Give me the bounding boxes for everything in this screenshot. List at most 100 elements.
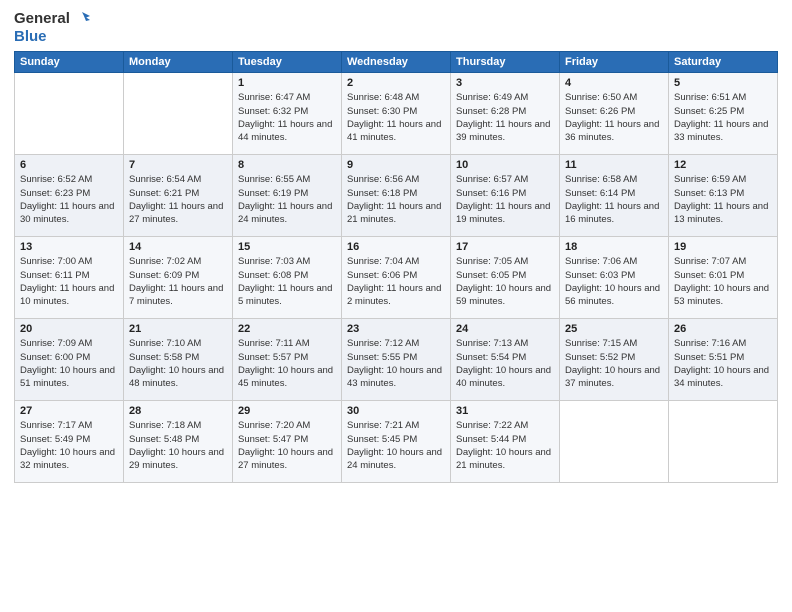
- calendar-cell: [124, 73, 233, 155]
- calendar-cell: 10 Sunrise: 6:57 AM Sunset: 6:16 PM Dayli…: [451, 155, 560, 237]
- day-info: Sunrise: 7:00 AM Sunset: 6:11 PM Dayligh…: [20, 255, 118, 308]
- day-info: Sunrise: 6:47 AM Sunset: 6:32 PM Dayligh…: [238, 91, 336, 144]
- header-row: SundayMondayTuesdayWednesdayThursdayFrid…: [15, 52, 778, 73]
- weekday-header: Monday: [124, 52, 233, 73]
- page-container: General Blue SundayMondayTuesdayWednesda…: [0, 0, 792, 489]
- day-info: Sunrise: 7:07 AM Sunset: 6:01 PM Dayligh…: [674, 255, 772, 308]
- day-info: Sunrise: 7:16 AM Sunset: 5:51 PM Dayligh…: [674, 337, 772, 390]
- day-number: 27: [20, 405, 118, 417]
- day-info: Sunrise: 7:15 AM Sunset: 5:52 PM Dayligh…: [565, 337, 663, 390]
- day-number: 2: [347, 77, 445, 89]
- day-number: 17: [456, 241, 554, 253]
- day-info: Sunrise: 7:17 AM Sunset: 5:49 PM Dayligh…: [20, 419, 118, 472]
- day-info: Sunrise: 6:49 AM Sunset: 6:28 PM Dayligh…: [456, 91, 554, 144]
- day-number: 9: [347, 159, 445, 171]
- day-info: Sunrise: 6:56 AM Sunset: 6:18 PM Dayligh…: [347, 173, 445, 226]
- calendar-cell: 24 Sunrise: 7:13 AM Sunset: 5:54 PM Dayli…: [451, 319, 560, 401]
- calendar-cell: 29Sunrise: 7:20 AM Sunset: 5:47 PM Dayli…: [233, 401, 342, 483]
- day-number: 30: [347, 405, 445, 417]
- day-number: 19: [674, 241, 772, 253]
- day-info: Sunrise: 7:22 AM Sunset: 5:44 PM Dayligh…: [456, 419, 554, 472]
- day-number: 4: [565, 77, 663, 89]
- day-number: 26: [674, 323, 772, 335]
- calendar-week-row: 13Sunrise: 7:00 AM Sunset: 6:11 PM Dayli…: [15, 237, 778, 319]
- day-info: Sunrise: 6:58 AM Sunset: 6:14 PM Dayligh…: [565, 173, 663, 226]
- day-info: Sunrise: 7:02 AM Sunset: 6:09 PM Dayligh…: [129, 255, 227, 308]
- calendar-cell: 15Sunrise: 7:03 AM Sunset: 6:08 PM Dayli…: [233, 237, 342, 319]
- calendar-cell: [15, 73, 124, 155]
- weekday-header: Thursday: [451, 52, 560, 73]
- calendar-cell: 3 Sunrise: 6:49 AM Sunset: 6:28 PM Daylig…: [451, 73, 560, 155]
- day-info: Sunrise: 7:12 AM Sunset: 5:55 PM Dayligh…: [347, 337, 445, 390]
- calendar-cell: 13Sunrise: 7:00 AM Sunset: 6:11 PM Dayli…: [15, 237, 124, 319]
- calendar-cell: 8 Sunrise: 6:55 AM Sunset: 6:19 PM Daylig…: [233, 155, 342, 237]
- day-number: 8: [238, 159, 336, 171]
- calendar-cell: 5 Sunrise: 6:51 AM Sunset: 6:25 PM Daylig…: [669, 73, 778, 155]
- day-number: 5: [674, 77, 772, 89]
- day-number: 3: [456, 77, 554, 89]
- day-info: Sunrise: 7:13 AM Sunset: 5:54 PM Dayligh…: [456, 337, 554, 390]
- day-info: Sunrise: 6:59 AM Sunset: 6:13 PM Dayligh…: [674, 173, 772, 226]
- calendar-cell: 17 Sunrise: 7:05 AM Sunset: 6:05 PM Dayli…: [451, 237, 560, 319]
- day-info: Sunrise: 6:51 AM Sunset: 6:25 PM Dayligh…: [674, 91, 772, 144]
- calendar-cell: 11 Sunrise: 6:58 AM Sunset: 6:14 PM Dayli…: [560, 155, 669, 237]
- calendar-cell: 20 Sunrise: 7:09 AM Sunset: 6:00 PM Dayli…: [15, 319, 124, 401]
- weekday-header: Tuesday: [233, 52, 342, 73]
- day-info: Sunrise: 6:50 AM Sunset: 6:26 PM Dayligh…: [565, 91, 663, 144]
- day-number: 12: [674, 159, 772, 171]
- day-number: 22: [238, 323, 336, 335]
- calendar-week-row: 27 Sunrise: 7:17 AM Sunset: 5:49 PM Dayli…: [15, 401, 778, 483]
- day-info: Sunrise: 6:57 AM Sunset: 6:16 PM Dayligh…: [456, 173, 554, 226]
- calendar-cell: 14Sunrise: 7:02 AM Sunset: 6:09 PM Dayli…: [124, 237, 233, 319]
- day-info: Sunrise: 7:04 AM Sunset: 6:06 PM Dayligh…: [347, 255, 445, 308]
- calendar-cell: 7Sunrise: 6:54 AM Sunset: 6:21 PM Daylig…: [124, 155, 233, 237]
- day-number: 7: [129, 159, 227, 171]
- calendar-cell: 2 Sunrise: 6:48 AM Sunset: 6:30 PM Daylig…: [342, 73, 451, 155]
- calendar-cell: 25 Sunrise: 7:15 AM Sunset: 5:52 PM Dayli…: [560, 319, 669, 401]
- calendar-table: SundayMondayTuesdayWednesdayThursdayFrid…: [14, 51, 778, 483]
- calendar-cell: 18Sunrise: 7:06 AM Sunset: 6:03 PM Dayli…: [560, 237, 669, 319]
- day-info: Sunrise: 7:18 AM Sunset: 5:48 PM Dayligh…: [129, 419, 227, 472]
- calendar-cell: 16Sunrise: 7:04 AM Sunset: 6:06 PM Dayli…: [342, 237, 451, 319]
- header: General Blue: [14, 10, 778, 45]
- calendar-cell: 26 Sunrise: 7:16 AM Sunset: 5:51 PM Dayli…: [669, 319, 778, 401]
- day-number: 11: [565, 159, 663, 171]
- day-info: Sunrise: 7:20 AM Sunset: 5:47 PM Dayligh…: [238, 419, 336, 472]
- calendar-cell: 30 Sunrise: 7:21 AM Sunset: 5:45 PM Dayli…: [342, 401, 451, 483]
- day-info: Sunrise: 7:21 AM Sunset: 5:45 PM Dayligh…: [347, 419, 445, 472]
- day-number: 23: [347, 323, 445, 335]
- calendar-week-row: 6Sunrise: 6:52 AM Sunset: 6:23 PM Daylig…: [15, 155, 778, 237]
- day-number: 24: [456, 323, 554, 335]
- logo-bird-icon: [72, 10, 90, 28]
- day-number: 21: [129, 323, 227, 335]
- calendar-cell: 22 Sunrise: 7:11 AM Sunset: 5:57 PM Dayli…: [233, 319, 342, 401]
- day-info: Sunrise: 6:55 AM Sunset: 6:19 PM Dayligh…: [238, 173, 336, 226]
- calendar-cell: 4 Sunrise: 6:50 AM Sunset: 6:26 PM Daylig…: [560, 73, 669, 155]
- day-number: 31: [456, 405, 554, 417]
- day-info: Sunrise: 7:09 AM Sunset: 6:00 PM Dayligh…: [20, 337, 118, 390]
- day-info: Sunrise: 7:05 AM Sunset: 6:05 PM Dayligh…: [456, 255, 554, 308]
- weekday-header: Sunday: [15, 52, 124, 73]
- day-info: Sunrise: 6:48 AM Sunset: 6:30 PM Dayligh…: [347, 91, 445, 144]
- calendar-cell: 23 Sunrise: 7:12 AM Sunset: 5:55 PM Dayli…: [342, 319, 451, 401]
- day-number: 25: [565, 323, 663, 335]
- calendar-cell: 27 Sunrise: 7:17 AM Sunset: 5:49 PM Dayli…: [15, 401, 124, 483]
- weekday-header: Wednesday: [342, 52, 451, 73]
- day-number: 10: [456, 159, 554, 171]
- calendar-cell: 31 Sunrise: 7:22 AM Sunset: 5:44 PM Dayli…: [451, 401, 560, 483]
- logo: General Blue: [14, 10, 90, 45]
- calendar-cell: 9 Sunrise: 6:56 AM Sunset: 6:18 PM Daylig…: [342, 155, 451, 237]
- calendar-cell: 6Sunrise: 6:52 AM Sunset: 6:23 PM Daylig…: [15, 155, 124, 237]
- weekday-header: Saturday: [669, 52, 778, 73]
- calendar-cell: 28Sunrise: 7:18 AM Sunset: 5:48 PM Dayli…: [124, 401, 233, 483]
- weekday-header: Friday: [560, 52, 669, 73]
- day-number: 20: [20, 323, 118, 335]
- day-info: Sunrise: 7:11 AM Sunset: 5:57 PM Dayligh…: [238, 337, 336, 390]
- calendar-cell: [560, 401, 669, 483]
- calendar-week-row: 1Sunrise: 6:47 AM Sunset: 6:32 PM Daylig…: [15, 73, 778, 155]
- calendar-cell: 19 Sunrise: 7:07 AM Sunset: 6:01 PM Dayli…: [669, 237, 778, 319]
- day-number: 15: [238, 241, 336, 253]
- calendar-week-row: 20 Sunrise: 7:09 AM Sunset: 6:00 PM Dayli…: [15, 319, 778, 401]
- calendar-cell: 1Sunrise: 6:47 AM Sunset: 6:32 PM Daylig…: [233, 73, 342, 155]
- calendar-cell: 12 Sunrise: 6:59 AM Sunset: 6:13 PM Dayli…: [669, 155, 778, 237]
